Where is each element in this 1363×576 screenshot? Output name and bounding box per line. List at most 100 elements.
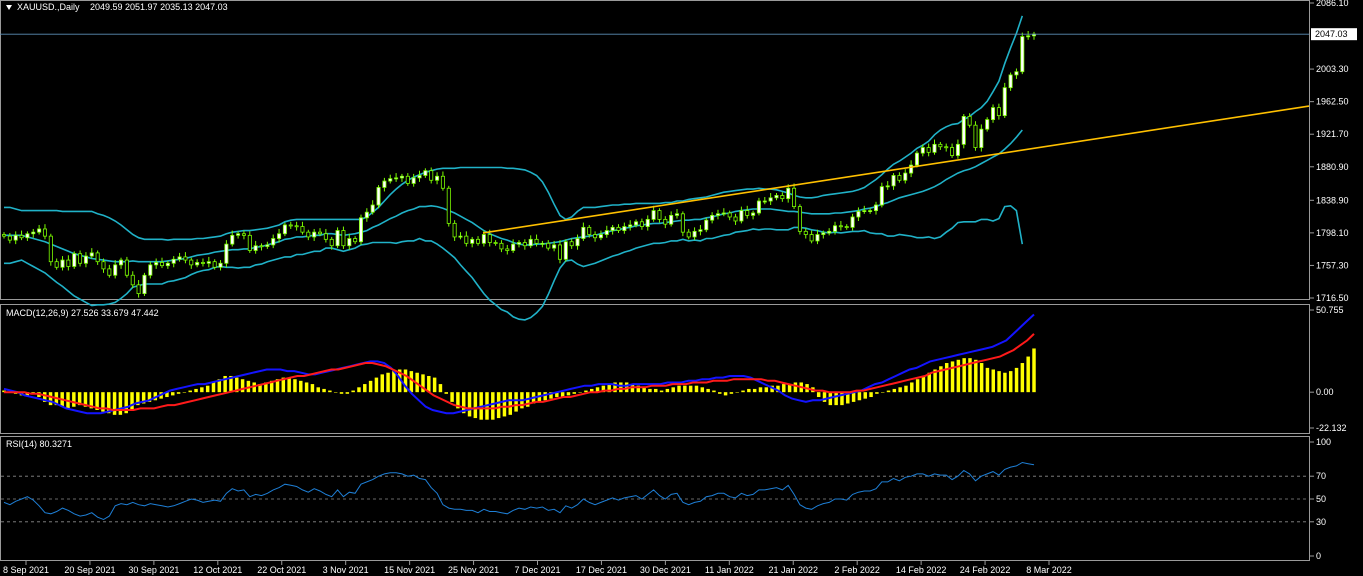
- macd-bar: [654, 388, 658, 393]
- candle-body: [476, 238, 481, 244]
- candle-body: [1020, 36, 1025, 73]
- macd-bar: [584, 390, 588, 393]
- chart-header: XAUUSD.,Daily 2049.59 2051.97 2035.13 20…: [6, 2, 228, 12]
- candle-body: [563, 241, 568, 260]
- macd-bar: [473, 392, 478, 419]
- candle-body: [452, 222, 457, 238]
- candle-body: [844, 226, 849, 228]
- candle-body: [429, 170, 434, 181]
- candle-body: [581, 226, 586, 239]
- candle-body: [651, 210, 656, 220]
- macd-bar: [176, 392, 181, 394]
- candle-body: [481, 234, 486, 244]
- candle-body: [926, 147, 931, 153]
- macd-bar: [892, 388, 897, 393]
- candle-body: [862, 210, 867, 213]
- date-tick-label: 8 Mar 2022: [1026, 565, 1072, 575]
- candle-body: [89, 252, 94, 257]
- price-tick-label: 1798.10: [1316, 228, 1349, 238]
- candle-body: [885, 185, 890, 188]
- macd-bar: [339, 392, 344, 394]
- candle-body: [171, 258, 176, 264]
- candle-body: [891, 175, 896, 187]
- candle-body: [961, 116, 966, 145]
- candle-body: [37, 228, 42, 233]
- macd-bar: [898, 387, 902, 393]
- trading-chart[interactable]: 2086.10 2003.30 1962.50 1921.70 1880.90 1838.…: [0, 0, 1363, 576]
- candle-body: [827, 230, 832, 234]
- macd-bar: [991, 369, 996, 393]
- macd-bar: [450, 392, 454, 402]
- candle-body: [575, 238, 580, 247]
- candle-body: [72, 253, 77, 267]
- macd-bar: [974, 359, 978, 393]
- candle-body: [493, 242, 498, 244]
- macd-bar: [514, 392, 518, 412]
- candle-body: [950, 147, 955, 156]
- candle-body: [148, 264, 153, 276]
- candle-body: [165, 262, 170, 267]
- macd-y-axis: 50.755 0.00 -22.132: [1310, 305, 1347, 433]
- candle-body: [353, 238, 358, 243]
- candle-body: [83, 255, 88, 264]
- candle-body: [557, 244, 562, 260]
- candle-body: [95, 252, 100, 263]
- macd-bar: [427, 375, 431, 393]
- candlesticks[interactable]: [1, 31, 1037, 298]
- macd-pane-frame: [0, 304, 1310, 434]
- candle-body: [183, 256, 188, 261]
- candle-body: [464, 235, 469, 244]
- macd-bar: [316, 387, 320, 393]
- macd-bar: [758, 387, 763, 393]
- candle-body: [200, 262, 205, 264]
- candle-body: [669, 214, 674, 225]
- candle-body: [809, 234, 814, 242]
- date-tick-label: 22 Oct 2021: [257, 565, 306, 575]
- macd-lines: [3, 313, 1035, 415]
- macd-bar: [444, 392, 448, 394]
- date-tick-label: 17 Dec 2021: [576, 565, 627, 575]
- macd-bar: [886, 390, 891, 393]
- macd-bar: [927, 372, 931, 393]
- macd-bar: [409, 371, 414, 393]
- date-tick-label: 30 Sep 2021: [128, 565, 179, 575]
- macd-label: MACD(12,26,9) 27.526 33.679 47.442: [6, 308, 159, 318]
- macd-bar: [764, 387, 769, 393]
- candle-body: [241, 233, 246, 236]
- macd-bar: [333, 392, 338, 393]
- macd-tick-label: 0.00: [1316, 387, 1334, 397]
- candle-body: [306, 231, 311, 238]
- trendline[interactable]: [482, 105, 1310, 234]
- candle-body: [991, 107, 996, 121]
- macd-bar: [72, 392, 76, 407]
- macd-bar: [211, 382, 216, 393]
- candle-body: [288, 224, 293, 227]
- macd-bar: [491, 392, 495, 420]
- bollinger-bands: [4, 15, 1024, 321]
- triangle-down-icon[interactable]: [6, 5, 12, 10]
- candle-body: [815, 234, 820, 242]
- macd-bar: [310, 384, 315, 393]
- macd-bar: [950, 361, 955, 393]
- candle-body: [622, 226, 627, 231]
- macd-bar: [322, 388, 326, 393]
- candle-body: [405, 175, 410, 184]
- candle-body: [598, 234, 603, 239]
- candle-body: [587, 226, 592, 235]
- candle-body: [645, 218, 650, 227]
- candle-body: [903, 172, 908, 181]
- candle-body: [206, 261, 211, 264]
- date-tick-label: 30 Dec 2021: [640, 565, 691, 575]
- rsi-label: RSI(14) 80.3271: [6, 439, 72, 449]
- candle-body: [833, 225, 838, 232]
- price-tick-label: 1757.30: [1316, 260, 1349, 270]
- candle-body: [312, 231, 317, 238]
- macd-bar: [182, 392, 187, 393]
- macd-bar: [718, 392, 722, 394]
- macd-bar: [112, 392, 117, 415]
- macd-bar: [747, 388, 751, 393]
- candle-body: [487, 234, 492, 243]
- date-tick-label: 24 Feb 2022: [960, 565, 1011, 575]
- candle-body: [253, 245, 258, 251]
- candle-body: [850, 216, 855, 228]
